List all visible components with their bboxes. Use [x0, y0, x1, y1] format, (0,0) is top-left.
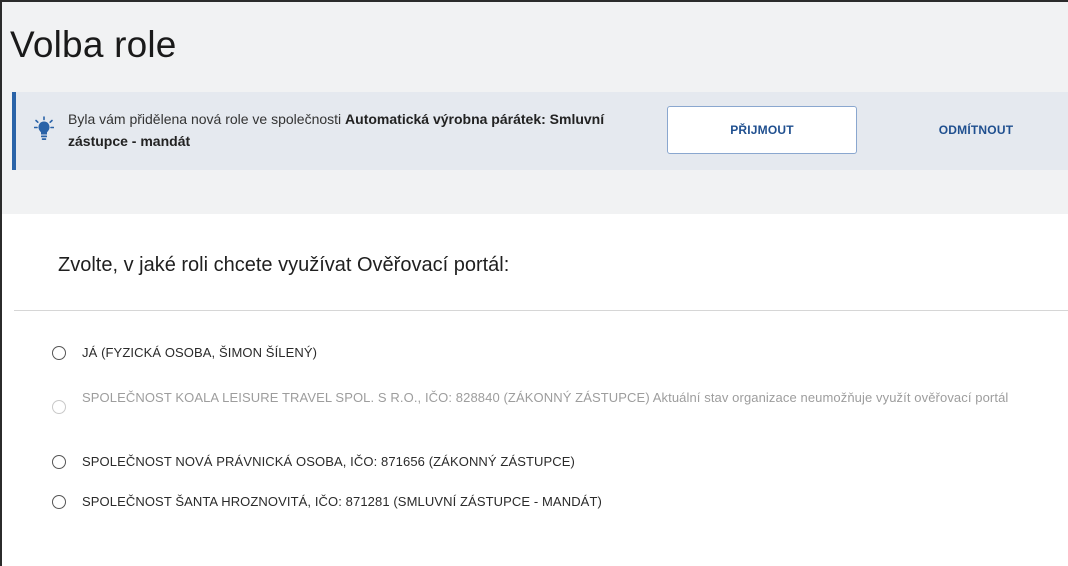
role-selection-card: Zvolte, v jaké roli chcete využívat Ověř…	[14, 214, 1068, 566]
accept-role-button[interactable]: PŘIJMOUT	[667, 106, 857, 154]
banner-message-prefix: Byla vám přidělena nová role ve společno…	[68, 111, 346, 127]
role-option-label-text: SPOLEČNOST KOALA LEISURE TRAVEL SPOL. S …	[82, 390, 650, 405]
divider	[14, 310, 1068, 311]
role-option-koala-leisure-travel: SPOLEČNOST KOALA LEISURE TRAVEL SPOL. S …	[52, 388, 1022, 414]
role-option-nova-pravnicka-osoba[interactable]: SPOLEČNOST NOVÁ PRÁVNICKÁ OSOBA, IČO: 87…	[52, 452, 575, 472]
role-option-status-note: Aktuální stav organizace neumožňuje využ…	[649, 390, 1009, 405]
radio-button[interactable]	[52, 495, 66, 509]
role-option-label: SPOLEČNOST NOVÁ PRÁVNICKÁ OSOBA, IČO: 87…	[82, 454, 575, 469]
role-option-label: SPOLEČNOST KOALA LEISURE TRAVEL SPOL. S …	[82, 388, 1008, 408]
role-option-label: SPOLEČNOST ŠANTA HROZNOVITÁ, IČO: 871281…	[82, 494, 602, 509]
radio-button[interactable]	[52, 455, 66, 469]
role-selection-heading: Zvolte, v jaké roli chcete využívat Ověř…	[58, 254, 510, 276]
radio-button[interactable]	[52, 346, 66, 360]
role-option-santa-hroznovita[interactable]: SPOLEČNOST ŠANTA HROZNOVITÁ, IČO: 871281…	[52, 492, 602, 512]
radio-button-disabled	[52, 400, 66, 414]
page-header-area: Volba role Byla vám přidělena nová role …	[2, 2, 1068, 214]
lightbulb-icon	[33, 116, 55, 142]
reject-role-button[interactable]: ODMÍTNOUT	[916, 106, 1036, 154]
role-invitation-banner: Byla vám přidělena nová role ve společno…	[12, 92, 1068, 170]
role-option-label: JÁ (FYZICKÁ OSOBA, ŠIMON ŠÍLENÝ)	[82, 345, 318, 360]
banner-message: Byla vám přidělena nová role ve společno…	[68, 108, 628, 152]
page-title: Volba role	[10, 24, 177, 65]
role-option-individual[interactable]: JÁ (FYZICKÁ OSOBA, ŠIMON ŠÍLENÝ)	[52, 343, 317, 363]
